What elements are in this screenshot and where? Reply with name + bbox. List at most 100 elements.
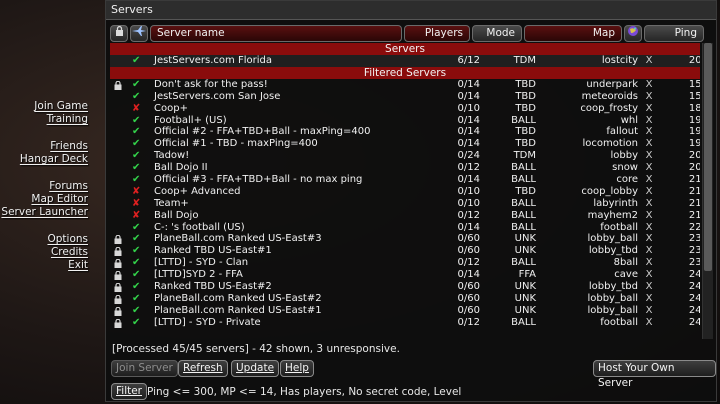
server-x-flag: X [645, 221, 653, 233]
menu-item-map-editor[interactable]: Map Editor [0, 193, 88, 206]
server-row[interactable]: ✔ Don't ask for the pass! 0/14 TBD underpark… [110, 79, 700, 91]
checkmark-icon: ✔ [132, 304, 141, 316]
server-ping: 152 [688, 78, 700, 90]
server-ping: 239 [688, 257, 700, 269]
server-x-flag: X [645, 245, 653, 257]
lock-icon [114, 79, 124, 90]
server-row[interactable]: ✔ Ball Dojo II 0/12 BALL snow X 204 [110, 162, 700, 174]
column-header-mode[interactable]: Mode [472, 25, 522, 42]
server-players: 0/12 [457, 257, 480, 269]
server-x-flag: X [645, 90, 653, 102]
server-x-flag: X [645, 292, 653, 304]
menu-item-hangar-deck[interactable]: Hangar Deck [0, 153, 88, 166]
menu-item-options[interactable]: Options [0, 233, 88, 246]
server-x-flag: X [645, 55, 653, 66]
server-map: lobby_ball [587, 233, 638, 245]
server-row[interactable]: ✔ Official #2 - FFA+TBD+Ball - maxPing=40… [110, 126, 700, 138]
server-map: lobby [610, 150, 638, 162]
server-row[interactable]: ✔ JestServers.com San Jose 0/14 TBD meteoroi… [110, 91, 700, 103]
server-row[interactable]: ✘ Coop+ 0/10 TBD coop_frosty X 189 [110, 103, 700, 115]
server-ping: 158 [688, 90, 700, 102]
server-ping: 249 [688, 316, 700, 328]
server-ping: 198 [688, 138, 700, 150]
server-row[interactable]: ✔ C-: 's football (US) 0/14 BALL football X 22… [110, 222, 700, 234]
server-list: Servers ✔ JestServers.com Florida 6/12 TDM l… [110, 43, 700, 339]
menu-group: Forums Map Editor Server Launcher [0, 180, 88, 219]
server-row[interactable]: ✔ Ranked TBD US-East#2 0/60 UNK lobby_tbd X 24… [110, 281, 700, 293]
menu-item-server-launcher[interactable]: Server Launcher [0, 206, 88, 219]
server-list-scrollbar[interactable] [702, 43, 713, 339]
server-mode: BALL [511, 174, 536, 186]
server-row[interactable]: ✔ PlaneBall.com Ranked US-East#2 0/60 UNK lo… [110, 293, 700, 305]
server-players: 0/24 [457, 150, 480, 162]
server-x-flag: X [645, 233, 653, 245]
server-x-flag: X [645, 114, 653, 126]
globe-column-header[interactable] [624, 25, 642, 42]
column-header-players[interactable]: Players [404, 25, 470, 42]
lock-icon [114, 293, 124, 304]
processing-status: [Processed 45/45 servers] - 42 shown, 3 … [112, 343, 400, 355]
join-server-button[interactable]: Join Server [111, 360, 178, 377]
filter-summary: Ping <= 300, MP <= 14, Has players, No s… [147, 386, 462, 398]
menu-item-friends[interactable]: Friends [0, 140, 88, 153]
update-button[interactable]: Update [231, 360, 280, 377]
server-map: coop_frosty [580, 102, 638, 114]
filter-button-label: Filter [116, 385, 143, 397]
help-button[interactable]: Help [280, 360, 314, 377]
server-row[interactable]: ✔ PlaneBall.com Ranked US-East#1 0/60 UNK lo… [110, 305, 700, 317]
column-header-map[interactable]: Map [524, 25, 622, 42]
host-own-server-button[interactable]: Host Your Own Server [593, 360, 716, 389]
server-name: [LTTD] - SYD - Private [154, 316, 261, 328]
server-row[interactable]: ✔ JestServers.com Florida 6/12 TDM lostcity X… [110, 55, 700, 67]
server-mode: TDM [513, 55, 536, 66]
server-x-flag: X [645, 126, 653, 138]
cross-icon: ✘ [132, 102, 141, 114]
server-mode: BALL [511, 162, 536, 174]
server-mode: BALL [511, 316, 536, 328]
server-row[interactable]: ✘ Team+ 0/10 BALL labyrinth X 213 [110, 198, 700, 210]
lock-column-header[interactable] [110, 25, 128, 42]
server-row[interactable]: ✘ Coop+ Advanced 0/10 TBD coop_lobby X 212 [110, 186, 700, 198]
server-name: Official #3 - FFA+TBD+Ball - no max ping [154, 174, 363, 186]
server-row[interactable]: ✔ [LTTD] - SYD - Private 0/12 BALL football X… [110, 317, 700, 329]
server-players: 0/60 [457, 281, 480, 293]
checkmark-icon: ✔ [132, 126, 141, 138]
menu-item-credits[interactable]: Credits [0, 246, 88, 259]
filter-button[interactable]: Filter [111, 383, 148, 400]
menu-item-forums[interactable]: Forums [0, 180, 88, 193]
server-name: JestServers.com San Jose [154, 90, 281, 102]
lock-icon [115, 25, 124, 41]
checkmark-icon: ✔ [132, 174, 141, 186]
column-header-server-name[interactable]: Server name [150, 25, 402, 42]
server-mode: BALL [511, 209, 536, 221]
server-map: coop_lobby [581, 185, 638, 197]
server-row[interactable]: ✘ Ball Dojo 0/12 BALL mayhem2 X 215 [110, 210, 700, 222]
server-mode: TBD [515, 138, 536, 150]
checkmark-icon: ✔ [132, 257, 141, 269]
server-row[interactable]: ✔ Official #3 - FFA+TBD+Ball - no max pin… [110, 174, 700, 186]
server-ping: 215 [688, 209, 700, 221]
server-row[interactable]: ✔ Tadow! 0/24 TDM lobby X 203 [110, 150, 700, 162]
menu-item-exit[interactable]: Exit [0, 259, 88, 272]
server-row[interactable]: ✔ PlaneBall.com Ranked US-East#3 0/60 UNK lo… [110, 233, 700, 245]
server-row[interactable]: ✔ [LTTD] - SYD - Clan 0/12 BALL 8ball X 239 [110, 257, 700, 269]
lock-icon [114, 269, 124, 281]
scrollbar-thumb[interactable] [704, 43, 712, 271]
refresh-button[interactable]: Refresh [178, 360, 228, 377]
column-header-ping[interactable]: Ping [644, 25, 704, 42]
server-row[interactable]: ✔ Official #1 - TBD - maxPing=400 0/14 TBD l… [110, 138, 700, 150]
server-map: snow [612, 162, 638, 174]
server-name: PlaneBall.com Ranked US-East#1 [154, 304, 322, 316]
server-players: 0/14 [457, 90, 480, 102]
checkmark-icon: ✔ [132, 55, 141, 66]
server-x-flag: X [645, 197, 653, 209]
window-title: Servers [106, 1, 716, 20]
status-column-header[interactable] [130, 25, 148, 42]
menu-item-join-game[interactable]: Join Game [0, 100, 88, 113]
server-row[interactable]: ✔ Ranked TBD US-East#1 0/60 UNK lobby_tbd X 23… [110, 245, 700, 257]
server-players: 0/14 [457, 126, 480, 138]
menu-item-training[interactable]: Training [0, 113, 88, 126]
server-row[interactable]: ✔ Football+ (US) 0/14 BALL whl X 191 [110, 115, 700, 127]
server-name: Coop+ Advanced [154, 185, 241, 197]
server-row[interactable]: ✔ [LTTD]SYD 2 - FFA 0/14 FFA cave X 240 [110, 269, 700, 281]
